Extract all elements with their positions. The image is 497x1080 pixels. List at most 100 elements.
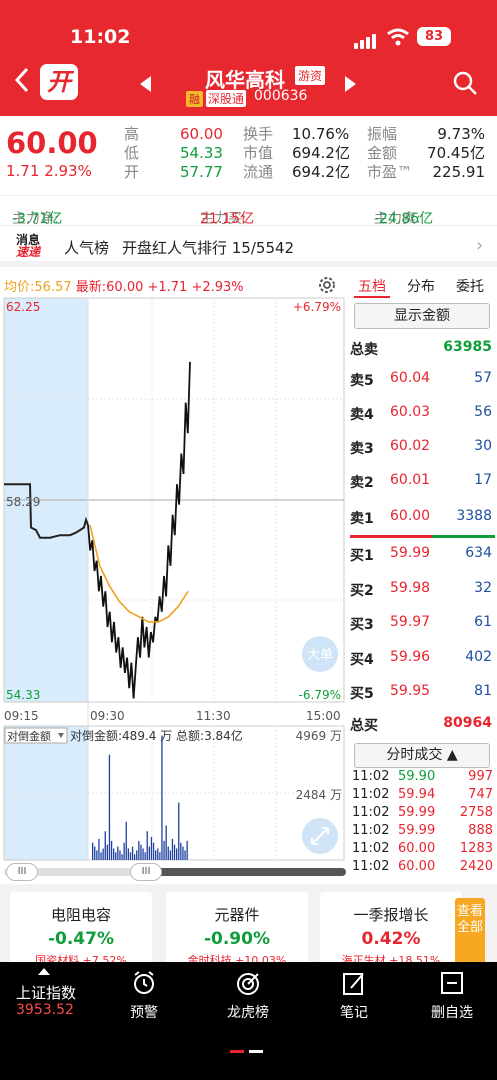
tick-price: 59.99 <box>398 805 436 820</box>
tab-level5[interactable]: 五档 <box>358 276 386 296</box>
tick-row: 11:02 59.99 888 <box>352 823 495 841</box>
tick-price: 59.94 <box>398 787 436 802</box>
nav-dragon-tiger-label: 龙虎榜 <box>227 1005 269 1021</box>
quote-labels-3: 振幅 金额 市盈™ <box>367 125 412 182</box>
float-value: 694.2亿 <box>292 163 350 181</box>
nav-alert[interactable]: 预警 <box>126 962 162 1022</box>
view-all-button[interactable]: 查看全部 <box>455 898 485 968</box>
quote-values-3: 9.73% 70.45亿 225.91 <box>427 125 485 182</box>
ask-volume: 17 <box>474 472 492 488</box>
sector-card[interactable]: 元器件 -0.90% 金时科技 +10.03% <box>166 892 308 967</box>
volume-bar <box>119 850 121 860</box>
time-label-1500: 15:00 <box>306 709 341 723</box>
volume-bar <box>96 850 98 860</box>
volume-bar <box>106 844 108 860</box>
ticks-toggle-button[interactable]: 分时成交 ▲ <box>354 743 490 768</box>
volume-bar <box>121 854 123 860</box>
intraday-chart[interactable]: 62.25 +6.79% 58.29 54.33 -6.79% 09:15 09… <box>0 294 348 862</box>
volume-bar <box>92 842 94 860</box>
volume-bar <box>159 852 161 860</box>
volume-bar <box>186 840 188 860</box>
bid-row[interactable]: 买1 59.99 634 <box>350 545 495 565</box>
stock-tag-badge[interactable]: 游资 <box>295 66 326 85</box>
change-value: 1.71 <box>6 162 40 180</box>
bid-row[interactable]: 买2 59.98 32 <box>350 580 495 600</box>
bid-label: 买1 <box>350 548 374 564</box>
news-banner[interactable]: 消息 速递 人气榜 开盘红人气排行 15/5542 › <box>0 227 497 267</box>
tab-orders[interactable]: 委托 <box>456 276 484 296</box>
volume-bar <box>129 852 132 860</box>
open-label: 开 <box>124 163 140 181</box>
prev-stock-icon[interactable] <box>140 76 151 92</box>
avg-price-line <box>89 524 189 623</box>
amount-value: 70.45亿 <box>427 144 485 162</box>
price-change: 1.71 2.93% <box>6 162 92 180</box>
nav-alert-label: 预警 <box>130 1005 158 1021</box>
tick-row: 11:02 59.94 747 <box>352 787 495 805</box>
volume-bar <box>131 846 134 860</box>
back-button[interactable] <box>14 66 30 101</box>
sector-card[interactable]: 一季报增长 0.42% 海正生材 +18.51% <box>320 892 462 967</box>
ask-row[interactable]: 卖5 60.04 57 <box>350 370 495 390</box>
battery-indicator: 83 <box>417 27 451 46</box>
volume-bar <box>115 852 117 860</box>
volume-bar <box>167 846 169 860</box>
show-amount-button[interactable]: 显示金额 <box>354 303 490 329</box>
app-logo[interactable]: 开 <box>40 64 78 100</box>
low-label: 低 <box>124 144 140 162</box>
bid-price: 59.99 <box>390 545 431 561</box>
target-icon <box>237 973 259 995</box>
bid-price: 59.97 <box>390 614 431 630</box>
sector-card[interactable]: 电阻电容 -0.47% 国瓷材料 +7.52% <box>10 892 152 967</box>
time-range-slider[interactable]: III III <box>4 862 346 882</box>
expand-button[interactable] <box>302 818 338 854</box>
index-value: 3953.52 <box>16 1002 74 1018</box>
volume-bar <box>134 854 136 860</box>
search-icon[interactable] <box>452 70 478 96</box>
edit-note-icon <box>343 973 364 995</box>
tab-distribution[interactable]: 分布 <box>407 276 435 296</box>
volume-bar <box>148 846 150 860</box>
total-sell-value: 63985 <box>443 339 492 355</box>
ask-label: 卖5 <box>350 373 374 389</box>
ask-row[interactable]: 卖1 60.00 3388 <box>350 508 495 528</box>
slider-handle-left[interactable]: III <box>6 863 38 881</box>
bid-row[interactable]: 买5 59.95 81 <box>350 683 495 703</box>
ask-row[interactable]: 卖3 60.02 30 <box>350 438 495 458</box>
ask-row[interactable]: 卖4 60.03 56 <box>350 404 495 424</box>
gear-icon[interactable] <box>316 274 338 296</box>
nav-remove-watch[interactable]: 删自选 <box>428 962 476 1022</box>
next-stock-icon[interactable] <box>345 76 356 92</box>
volume-max-label: 4969 万 <box>296 729 342 743</box>
quote-values-1: 60.00 54.33 57.77 <box>180 125 223 182</box>
high-label: 高 <box>124 125 140 143</box>
bottom-nav: 上证指数 3953.52 预警 龙虎榜 笔记 删自选 <box>0 962 497 1080</box>
bid-row[interactable]: 买3 59.97 61 <box>350 614 495 634</box>
nav-notes[interactable]: 笔记 <box>336 962 372 1022</box>
news-title: 人气榜 <box>64 239 110 257</box>
main-capital-flow[interactable]: 主力净: -3.71亿 主力买: 21.15亿 主力卖: -24.86亿 <box>0 196 497 227</box>
volume-selector[interactable]: 对倒金额 <box>4 727 68 744</box>
expand-up-icon <box>38 968 50 975</box>
sector-change: -0.90% <box>203 929 271 949</box>
bid-volume: 402 <box>465 649 492 665</box>
status-time: 11:02 <box>70 26 131 48</box>
time-label-0915: 09:15 <box>4 709 39 723</box>
nav-dragon-tiger[interactable]: 龙虎榜 <box>224 962 272 1022</box>
volume-bar <box>152 842 155 860</box>
change-pct: 2.93% <box>44 162 92 180</box>
volume-bar <box>117 846 119 860</box>
ask-row[interactable]: 卖2 60.01 17 <box>350 472 495 492</box>
quote-labels-2: 换手 市值 流通 <box>243 125 273 182</box>
quote-panel: 60.00 1.71 2.93% 高 低 开 60.00 54.33 57.77… <box>0 116 497 196</box>
big-order-button[interactable]: 大单 <box>302 636 338 672</box>
slider-handle-right[interactable]: III <box>130 863 162 881</box>
ask-label: 卖3 <box>350 441 374 457</box>
tick-volume: 2758 <box>459 805 493 820</box>
bid-row[interactable]: 买4 59.96 402 <box>350 649 495 669</box>
ask-price: 60.04 <box>390 370 431 386</box>
page-indicator <box>230 1038 268 1057</box>
amplitude-value: 9.73% <box>437 125 485 143</box>
connect-badge: 深股通 <box>206 90 247 107</box>
volume-bar <box>98 838 100 860</box>
